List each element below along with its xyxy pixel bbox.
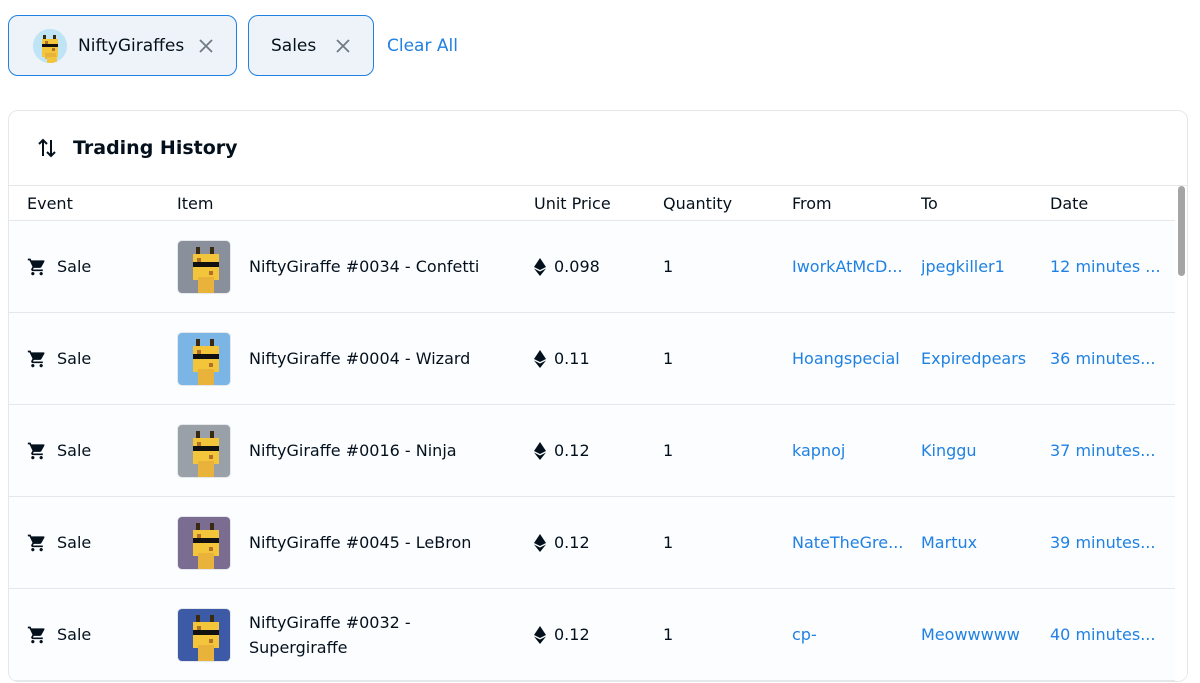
eth-icon: [534, 533, 546, 552]
date-link[interactable]: 39 minutes...: [1050, 533, 1165, 552]
item-name[interactable]: NiftyGiraffe #0004 - Wizard: [249, 346, 511, 371]
unit-price: 0.098: [554, 257, 600, 276]
event-cell: Sale: [9, 349, 177, 369]
unit-price: 0.12: [554, 625, 590, 644]
table-row[interactable]: Sale NiftyGiraffe #0032 - Supergiraffe 0…: [9, 589, 1177, 681]
table-row[interactable]: Sale NiftyGiraffe #0045 - LeBron 0.12 1 …: [9, 497, 1177, 589]
nft-thumbnail[interactable]: [177, 607, 231, 662]
event-cell: Sale: [9, 441, 177, 461]
item-name[interactable]: NiftyGiraffe #0016 - Ninja: [249, 438, 511, 463]
column-header-to: To: [921, 194, 938, 213]
trading-history-table: Event Item Unit Price Quantity From To D…: [9, 186, 1177, 681]
from-link[interactable]: NateTheGre...: [792, 533, 921, 552]
item-cell[interactable]: NiftyGiraffe #0016 - Ninja: [177, 423, 534, 478]
table-row[interactable]: Sale NiftyGiraffe #0016 - Ninja 0.12 1 k…: [9, 405, 1177, 497]
event-label: Sale: [57, 441, 92, 460]
column-header-date: Date: [1050, 194, 1089, 213]
cart-icon: [27, 626, 45, 643]
event-cell: Sale: [9, 625, 177, 645]
to-link[interactable]: Expiredpears: [921, 349, 1050, 368]
price-cell: 0.11: [534, 349, 663, 368]
filter-chip-label: NiftyGiraffes: [78, 35, 185, 56]
item-name[interactable]: NiftyGiraffe #0032 - Supergiraffe: [249, 610, 511, 660]
filter-bar: NiftyGiraffes Sales Clear All: [8, 15, 458, 76]
to-link[interactable]: jpegkiller1: [921, 257, 1050, 276]
item-name[interactable]: NiftyGiraffe #0034 - Confetti: [249, 254, 511, 279]
giraffe-avatar: [33, 28, 67, 63]
filter-chip-sales[interactable]: Sales: [248, 15, 374, 76]
date-link[interactable]: 40 minutes...: [1050, 625, 1165, 644]
quantity: 1: [663, 441, 674, 460]
event-cell: Sale: [9, 533, 177, 553]
trading-history-panel: Trading History Event Item Unit Price Qu…: [8, 110, 1188, 682]
table-row[interactable]: Sale NiftyGiraffe #0004 - Wizard 0.11 1 …: [9, 313, 1177, 405]
table-row[interactable]: Sale NiftyGiraffe #0034 - Confetti 0.098…: [9, 221, 1177, 313]
quantity: 1: [663, 349, 674, 368]
unit-price: 0.12: [554, 441, 590, 460]
eth-icon: [534, 257, 546, 276]
panel-title: Trading History: [73, 137, 238, 159]
unit-price: 0.12: [554, 533, 590, 552]
price-cell: 0.098: [534, 257, 663, 276]
eth-icon: [534, 625, 546, 644]
nft-thumbnail[interactable]: [177, 239, 231, 294]
quantity: 1: [663, 533, 674, 552]
cart-icon: [27, 442, 45, 459]
eth-icon: [534, 349, 546, 368]
event-label: Sale: [57, 257, 92, 276]
price-cell: 0.12: [534, 625, 663, 644]
price-cell: 0.12: [534, 441, 663, 460]
scrollbar[interactable]: [1175, 186, 1187, 681]
close-icon[interactable]: [198, 38, 214, 54]
filter-chip-niftygiraffes[interactable]: NiftyGiraffes: [8, 15, 237, 76]
cart-icon: [27, 350, 45, 367]
item-name[interactable]: NiftyGiraffe #0045 - LeBron: [249, 530, 511, 555]
quantity: 1: [663, 257, 674, 276]
quantity: 1: [663, 625, 674, 644]
panel-header[interactable]: Trading History: [9, 111, 1187, 186]
eth-icon: [534, 441, 546, 460]
from-link[interactable]: Hoangspecial: [792, 349, 921, 368]
cart-icon: [27, 258, 45, 275]
to-link[interactable]: Martux: [921, 533, 1050, 552]
price-cell: 0.12: [534, 533, 663, 552]
close-icon[interactable]: [335, 38, 351, 54]
from-link[interactable]: IworkAtMcD...: [792, 257, 921, 276]
from-link[interactable]: cp-: [792, 625, 921, 644]
cart-icon: [27, 534, 45, 551]
swap-arrows-icon: [38, 138, 56, 158]
unit-price: 0.11: [554, 349, 590, 368]
table-header: Event Item Unit Price Quantity From To D…: [9, 186, 1177, 221]
nft-thumbnail[interactable]: [177, 423, 231, 478]
event-cell: Sale: [9, 257, 177, 277]
table-body: Sale NiftyGiraffe #0034 - Confetti 0.098…: [9, 221, 1177, 681]
clear-all-button[interactable]: Clear All: [387, 36, 458, 56]
item-cell[interactable]: NiftyGiraffe #0045 - LeBron: [177, 515, 534, 570]
column-header-unit-price: Unit Price: [534, 194, 611, 213]
event-label: Sale: [57, 533, 92, 552]
filter-chip-label: Sales: [271, 35, 317, 56]
column-header-quantity: Quantity: [663, 194, 733, 213]
item-cell[interactable]: NiftyGiraffe #0004 - Wizard: [177, 331, 534, 386]
column-header-from: From: [792, 194, 832, 213]
date-link[interactable]: 37 minutes...: [1050, 441, 1165, 460]
column-header-item: Item: [177, 194, 214, 213]
event-label: Sale: [57, 349, 92, 368]
event-label: Sale: [57, 625, 92, 644]
item-cell[interactable]: NiftyGiraffe #0032 - Supergiraffe: [177, 607, 534, 662]
scrollbar-thumb[interactable]: [1178, 186, 1185, 276]
to-link[interactable]: Kinggu: [921, 441, 1050, 460]
item-cell[interactable]: NiftyGiraffe #0034 - Confetti: [177, 239, 534, 294]
date-link[interactable]: 12 minutes ...: [1050, 257, 1165, 276]
nft-thumbnail[interactable]: [177, 515, 231, 570]
date-link[interactable]: 36 minutes...: [1050, 349, 1165, 368]
nft-thumbnail[interactable]: [177, 331, 231, 386]
column-header-event: Event: [27, 194, 73, 213]
from-link[interactable]: kapnoj: [792, 441, 921, 460]
to-link[interactable]: Meowwwww: [921, 625, 1050, 644]
